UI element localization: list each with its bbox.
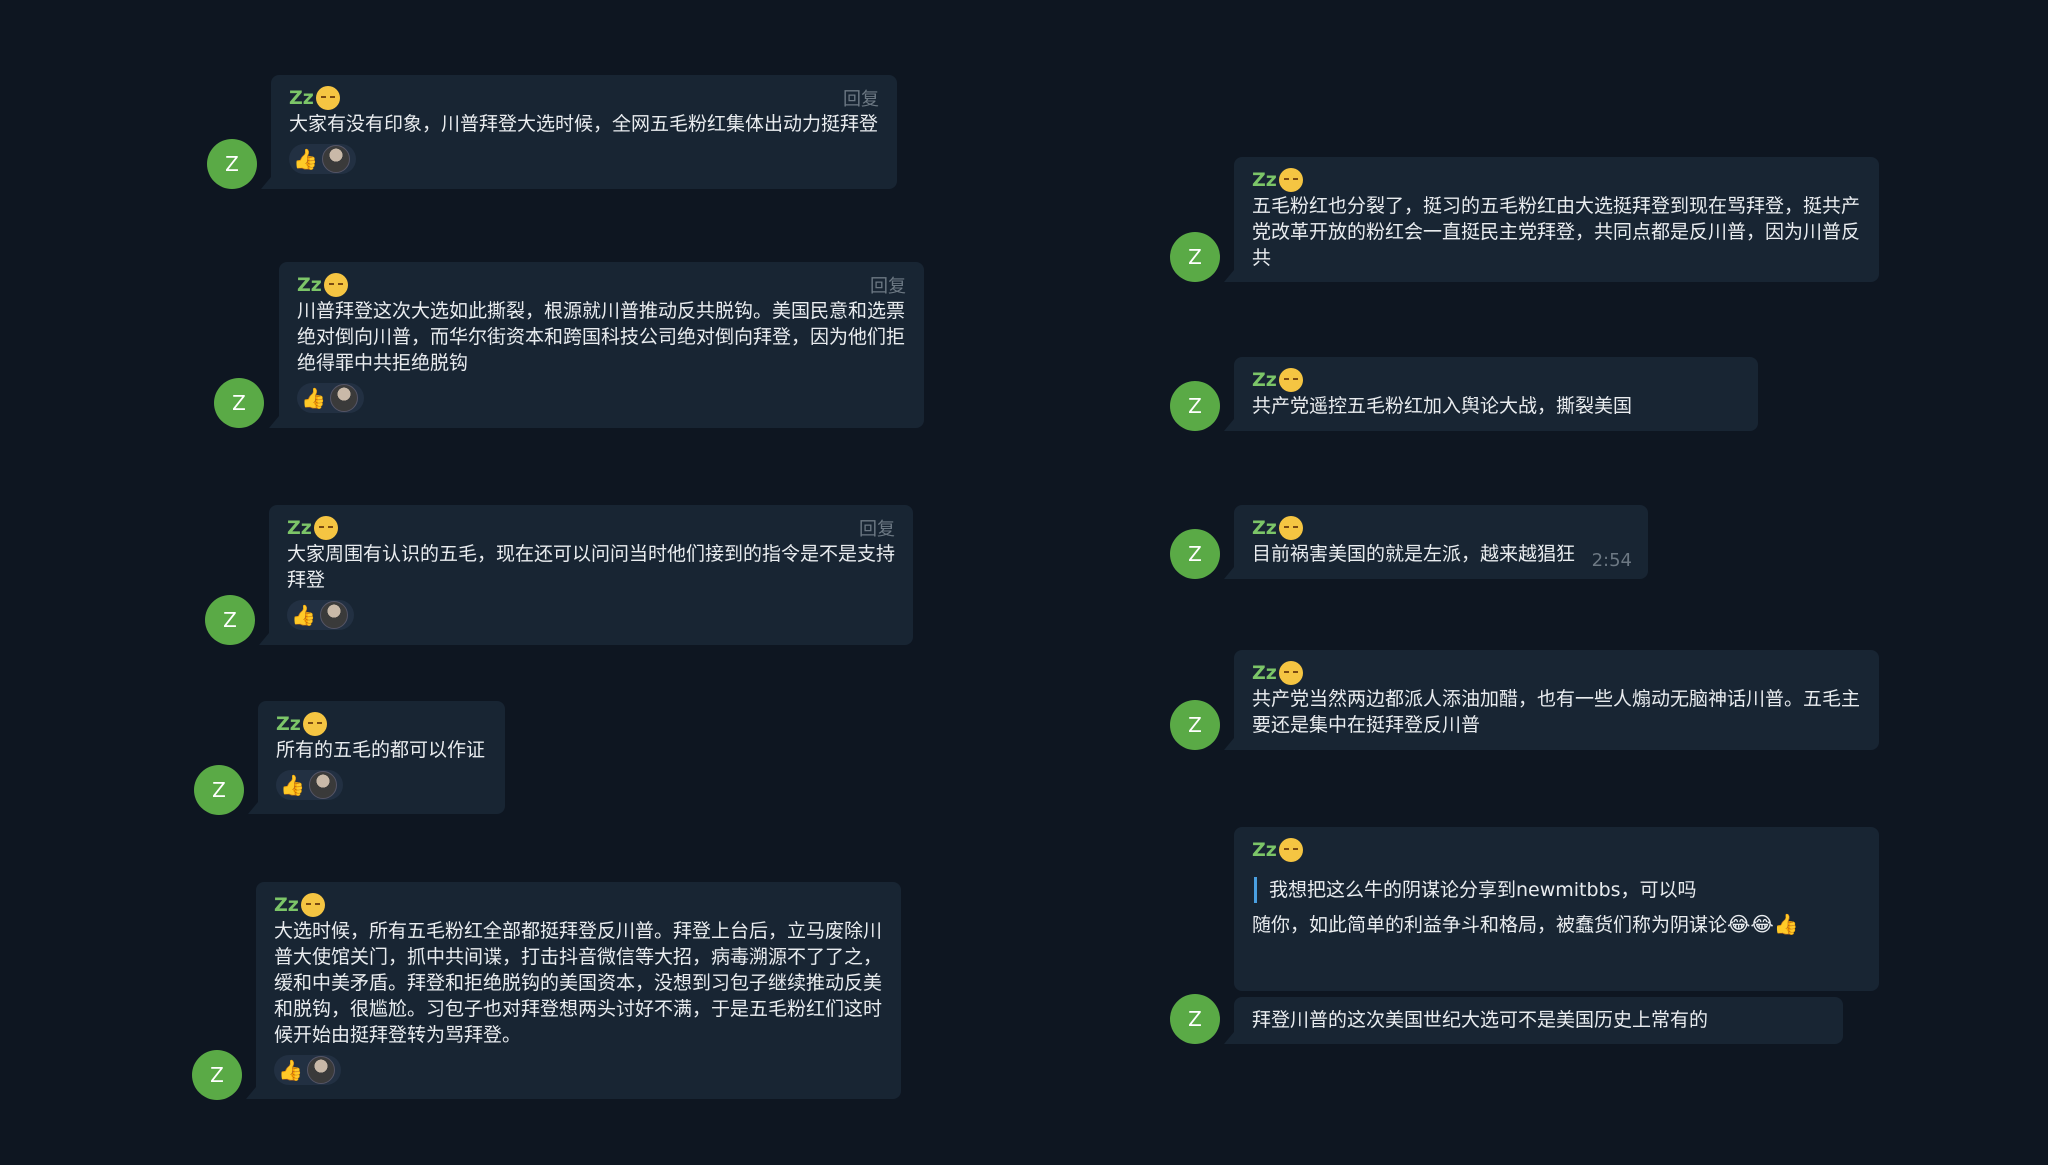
sleeping-face-icon — [323, 273, 348, 297]
sender-avatar[interactable]: Z — [1170, 381, 1220, 431]
sender-name[interactable]: Zz — [274, 894, 299, 916]
laughing-emoji-icon: 😂😂👍 — [1727, 912, 1799, 936]
message-bubble: 拜登川普的这次美国世纪大选可不是美国历史上常有的 — [1224, 997, 1843, 1044]
message-bubble: Zz 回复 大家有没有印象，川普拜登大选时候，全网五毛粉红集体出动力挺拜登 👍 — [261, 75, 897, 189]
message-bubble: Zz 回复 大家周围有认识的五毛，现在还可以问问当时他们接到的指令是不是支持拜登… — [259, 505, 913, 645]
sender-name[interactable]: Zz — [1252, 169, 1277, 191]
sender-avatar[interactable]: Z — [207, 139, 257, 189]
message-bubble: Zz 所有的五毛的都可以作证 👍 — [248, 701, 505, 814]
message-text: 五毛粉红也分裂了，挺习的五毛粉红由大选挺拜登到现在骂拜登，挺共产党改革开放的粉红… — [1252, 195, 1861, 269]
message-time: 2:54 — [1591, 550, 1632, 571]
reaction-pill[interactable]: 👍 — [274, 1055, 341, 1085]
sender-avatar[interactable]: Z — [214, 378, 264, 428]
message-text: 共产党当然两边都派人添油加醋，也有一些人煽动无脑神话川普。五毛主要还是集中在挺拜… — [1252, 688, 1861, 736]
sleeping-face-icon — [1278, 368, 1303, 392]
message-bubble: Zz 大选时候，所有五毛粉红全部都挺拜登反川普。拜登上台后，立马废除川普大使馆关… — [246, 882, 901, 1099]
reaction-pill[interactable]: 👍 — [297, 383, 364, 413]
message-text: 拜登川普的这次美国世纪大选可不是美国历史上常有的 — [1252, 1009, 1709, 1031]
reaction-pill[interactable]: 👍 — [287, 600, 354, 630]
reactor-avatar — [306, 1056, 335, 1084]
message-bubble: Zz 共产党当然两边都派人添油加醋，也有一些人煽动无脑神话川普。五毛主要还是集中… — [1224, 650, 1879, 750]
message-bubble: Zz 目前祸害美国的就是左派，越来越猖狂 2:54 — [1224, 505, 1648, 579]
sender-name[interactable]: Zz — [1252, 662, 1277, 684]
sleeping-face-icon — [1278, 661, 1303, 685]
sender-avatar[interactable]: Z — [1170, 700, 1220, 750]
reaction-pill[interactable]: 👍 — [276, 770, 343, 800]
sender-avatar[interactable]: Z — [194, 765, 244, 815]
reactions: 👍 — [287, 599, 895, 631]
sender-name[interactable]: Zz — [1252, 517, 1277, 539]
thumbs-up-icon: 👍 — [291, 603, 316, 627]
thumbs-up-icon: 👍 — [278, 1058, 303, 1082]
reactions: 👍 — [274, 1054, 883, 1086]
message-text: 所有的五毛的都可以作证 — [276, 739, 486, 761]
sleeping-face-icon — [300, 893, 325, 917]
sender-name[interactable]: Zz — [1252, 839, 1277, 861]
sender-name[interactable]: Zz — [276, 713, 301, 735]
reactions: 👍 — [276, 769, 487, 801]
reply-button[interactable]: 回复 — [859, 515, 895, 541]
message-bubble: Zz 我想把这么牛的阴谋论分享到newmitbbs，可以吗 随你，如此简单的利益… — [1234, 827, 1879, 991]
sender-name[interactable]: Zz — [1252, 369, 1277, 391]
reactor-avatar — [319, 601, 348, 629]
sleeping-face-icon — [1278, 838, 1303, 862]
reply-button[interactable]: 回复 — [870, 272, 906, 298]
message-text: 目前祸害美国的就是左派，越来越猖狂 — [1252, 543, 1576, 565]
sender-avatar[interactable]: Z — [1170, 232, 1220, 282]
message-text: 大家周围有认识的五毛，现在还可以问问当时他们接到的指令是不是支持拜登 — [287, 543, 896, 591]
message-bubble: Zz 共产党遥控五毛粉红加入舆论大战，撕裂美国 — [1224, 357, 1758, 431]
sleeping-face-icon — [315, 86, 340, 110]
reply-button[interactable]: 回复 — [843, 85, 879, 111]
message-text: 共产党遥控五毛粉红加入舆论大战，撕裂美国 — [1252, 395, 1633, 417]
reactor-avatar — [308, 771, 337, 799]
sender-avatar[interactable]: Z — [1170, 529, 1220, 579]
reactions: 👍 — [289, 143, 879, 175]
chat-canvas: Z Zz 回复 大家有没有印象，川普拜登大选时候，全网五毛粉红集体出动力挺拜登 … — [0, 0, 2048, 1165]
message-text: 大选时候，所有五毛粉红全部都挺拜登反川普。拜登上台后，立马废除川普大使馆关门，抓… — [274, 920, 883, 1046]
message-bubble: Zz 回复 川普拜登这次大选如此撕裂，根源就川普推动反共脱钩。美国民意和选票绝对… — [269, 262, 924, 428]
quoted-message[interactable]: 我想把这么牛的阴谋论分享到newmitbbs，可以吗 — [1254, 877, 1861, 903]
sleeping-face-icon — [313, 516, 338, 540]
thumbs-up-icon: 👍 — [293, 147, 318, 171]
message-text-body: 随你，如此简单的利益争斗和格局，被蠢货们称为阴谋论 — [1252, 914, 1728, 936]
sleeping-face-icon — [1278, 516, 1303, 540]
reactions: 👍 — [297, 382, 906, 414]
reactor-avatar — [321, 145, 350, 173]
sender-name[interactable]: Zz — [287, 517, 312, 539]
sender-name[interactable]: Zz — [289, 87, 314, 109]
sender-avatar[interactable]: Z — [192, 1050, 242, 1100]
message-text: 随你，如此简单的利益争斗和格局，被蠢货们称为阴谋论😂😂👍 — [1252, 911, 1861, 938]
sender-avatar[interactable]: Z — [205, 595, 255, 645]
sleeping-face-icon — [1278, 168, 1303, 192]
reactor-avatar — [329, 384, 358, 412]
thumbs-up-icon: 👍 — [280, 773, 305, 797]
message-text: 川普拜登这次大选如此撕裂，根源就川普推动反共脱钩。美国民意和选票绝对倒向川普，而… — [297, 300, 906, 374]
thumbs-up-icon: 👍 — [301, 386, 326, 410]
sleeping-face-icon — [302, 712, 327, 736]
message-bubble: Zz 五毛粉红也分裂了，挺习的五毛粉红由大选挺拜登到现在骂拜登，挺共产党改革开放… — [1224, 157, 1879, 282]
sender-name[interactable]: Zz — [297, 274, 322, 296]
sender-avatar[interactable]: Z — [1170, 994, 1220, 1044]
message-text: 大家有没有印象，川普拜登大选时候，全网五毛粉红集体出动力挺拜登 — [289, 113, 879, 135]
reaction-pill[interactable]: 👍 — [289, 144, 356, 174]
